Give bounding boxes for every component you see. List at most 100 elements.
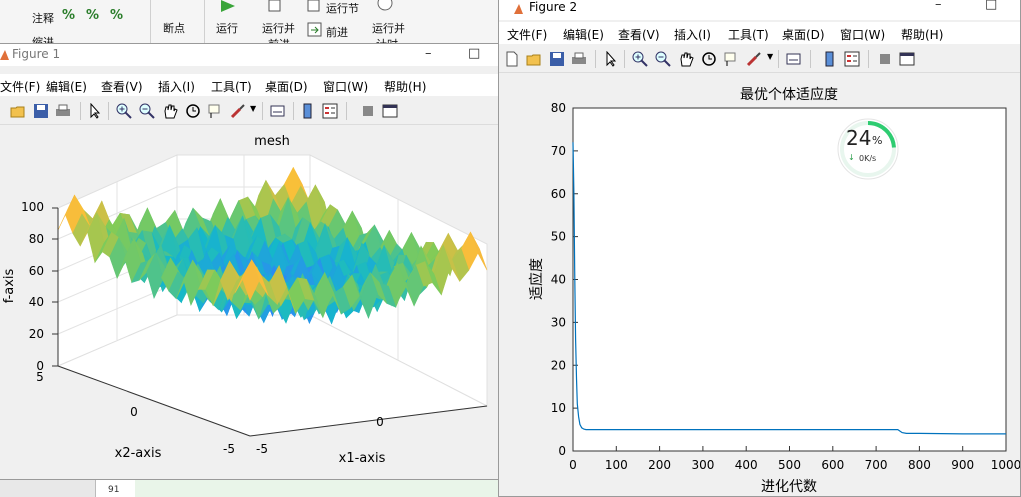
- percent-icon[interactable]: %: [110, 8, 123, 23]
- y-tick-label: 20: [551, 358, 566, 372]
- legend-icon[interactable]: [844, 51, 860, 67]
- minimize-button[interactable]: –: [935, 0, 942, 12]
- brush-icon[interactable]: [746, 51, 762, 67]
- legend-icon[interactable]: [322, 103, 338, 119]
- link-plot-icon[interactable]: [270, 103, 286, 119]
- run-button[interactable]: 运行: [216, 20, 238, 36]
- zoom-in-icon[interactable]: [632, 51, 648, 67]
- hide-tools-icon[interactable]: [877, 51, 893, 67]
- open-icon[interactable]: [526, 51, 542, 67]
- y-axis-label: 适应度: [528, 258, 545, 300]
- zoom-in-icon[interactable]: [116, 103, 132, 119]
- matlab-icon: [514, 4, 523, 14]
- figure2-axes[interactable]: 最优个体适应度 进化代数 适应度 0 100 200 300 400 500 600 700 8…: [499, 73, 1021, 497]
- save-icon[interactable]: [33, 103, 49, 119]
- breakpoint-button[interactable]: 断点: [163, 20, 185, 36]
- annotate-label[interactable]: 注释: [32, 10, 54, 26]
- run-section-button[interactable]: 运行节: [326, 0, 359, 16]
- menu-window[interactable]: 窗口(W): [840, 26, 885, 43]
- zoom-out-icon[interactable]: [139, 103, 155, 119]
- zoom-out-icon[interactable]: [655, 51, 671, 67]
- menu-desktop[interactable]: 桌面(D): [265, 78, 308, 95]
- link-plot-icon[interactable]: [786, 51, 802, 67]
- matlab-ribbon: 注释 % % % 缩进 断点 运行 运行并 前进 运行节 前进 运行并 计时: [0, 0, 500, 51]
- save-icon[interactable]: [549, 51, 565, 67]
- menu-edit[interactable]: 编辑(E): [46, 78, 87, 95]
- menu-view[interactable]: 查看(V): [101, 78, 143, 95]
- menu-view[interactable]: 查看(V): [618, 26, 660, 43]
- f-axis-label: f-axis: [2, 268, 17, 303]
- section-icon[interactable]: [307, 0, 321, 12]
- advance-button[interactable]: 前进: [326, 24, 348, 40]
- menu-file[interactable]: 文件(F): [507, 26, 547, 43]
- figure2-toolbar: ▼: [499, 46, 1020, 73]
- toolbar-separator: [595, 50, 596, 68]
- run-advance-icon[interactable]: [268, 0, 282, 12]
- menu-insert[interactable]: 插入(I): [158, 78, 195, 95]
- print-icon[interactable]: [571, 51, 587, 67]
- run-advance-button[interactable]: 运行并: [262, 20, 295, 36]
- rotate-icon[interactable]: [185, 103, 201, 119]
- line-gutter: 91: [95, 478, 136, 497]
- brush-dropdown-icon[interactable]: ▼: [767, 52, 773, 61]
- menu-help[interactable]: 帮助(H): [384, 78, 426, 95]
- menu-insert[interactable]: 插入(I): [674, 26, 711, 43]
- menu-window[interactable]: 窗口(W): [323, 78, 368, 95]
- hide-tools-icon[interactable]: [360, 103, 376, 119]
- y-tick-label: 50: [551, 230, 566, 244]
- rotate-icon[interactable]: [701, 51, 717, 67]
- matlab-icon: [0, 50, 9, 60]
- menu-tools[interactable]: 工具(T): [728, 26, 769, 43]
- new-figure-icon[interactable]: [504, 51, 520, 67]
- pointer-icon[interactable]: [603, 51, 619, 67]
- brush-dropdown-icon[interactable]: ▼: [250, 104, 256, 113]
- ribbon-divider: [150, 0, 151, 46]
- advance-icon[interactable]: [307, 22, 323, 38]
- figure1-toolbar: ▼: [0, 98, 498, 125]
- y-tick-label: 80: [551, 101, 566, 115]
- y-tick-label: 10: [551, 401, 566, 415]
- z-tick-label: 100: [21, 200, 44, 214]
- x2-axis-label: x2-axis: [115, 446, 162, 461]
- percent-icon[interactable]: %: [86, 8, 99, 23]
- x2-tick-label: 5: [36, 370, 44, 384]
- pan-icon[interactable]: [162, 103, 178, 119]
- menu-file[interactable]: 文件(F): [0, 78, 40, 95]
- data-cursor-icon[interactable]: [723, 51, 739, 67]
- pointer-icon[interactable]: [87, 103, 103, 119]
- download-arrow-icon: ↓: [848, 153, 855, 162]
- brush-icon[interactable]: [230, 103, 246, 119]
- percent-icon[interactable]: %: [62, 8, 75, 23]
- network-monitor-widget[interactable]: 24 % ↓ 0K/s: [836, 117, 900, 181]
- toolbar-separator: [810, 50, 811, 68]
- clock-icon[interactable]: [376, 0, 394, 12]
- x2-tick-label: 0: [130, 405, 138, 419]
- menu-desktop[interactable]: 桌面(D): [782, 26, 825, 43]
- open-icon[interactable]: [10, 103, 26, 119]
- pan-icon[interactable]: [678, 51, 694, 67]
- x-tick-label: 0: [569, 458, 577, 472]
- maximize-button[interactable]: □: [468, 46, 480, 61]
- line-number: 91: [108, 485, 120, 495]
- menu-edit[interactable]: 编辑(E): [563, 26, 604, 43]
- z-tick-label: 40: [29, 295, 44, 309]
- x-tick-label: 700: [865, 458, 888, 472]
- menu-tools[interactable]: 工具(T): [211, 78, 252, 95]
- figure2-title: Figure 2: [529, 0, 578, 14]
- toolbar-separator: [624, 50, 625, 68]
- run-icon[interactable]: [218, 0, 238, 12]
- toolbar-separator: [262, 102, 263, 120]
- colorbar-icon[interactable]: [300, 103, 316, 119]
- run-time-button[interactable]: 运行并: [372, 20, 405, 36]
- editor-strip: 91: [0, 478, 500, 497]
- minimize-button[interactable]: –: [425, 46, 432, 61]
- data-cursor-icon[interactable]: [207, 103, 223, 119]
- colorbar-icon[interactable]: [822, 51, 838, 67]
- print-icon[interactable]: [55, 103, 71, 119]
- maximize-button[interactable]: □: [985, 0, 997, 12]
- dock-icon[interactable]: [899, 51, 915, 67]
- dock-icon[interactable]: [382, 103, 398, 119]
- chart-title: 最优个体适应度: [740, 86, 838, 103]
- figure1-axes[interactable]: mesh 0 20 40 60 80 100 f-axis 5 0 -5 x2-…: [0, 126, 499, 480]
- menu-help[interactable]: 帮助(H): [901, 26, 943, 43]
